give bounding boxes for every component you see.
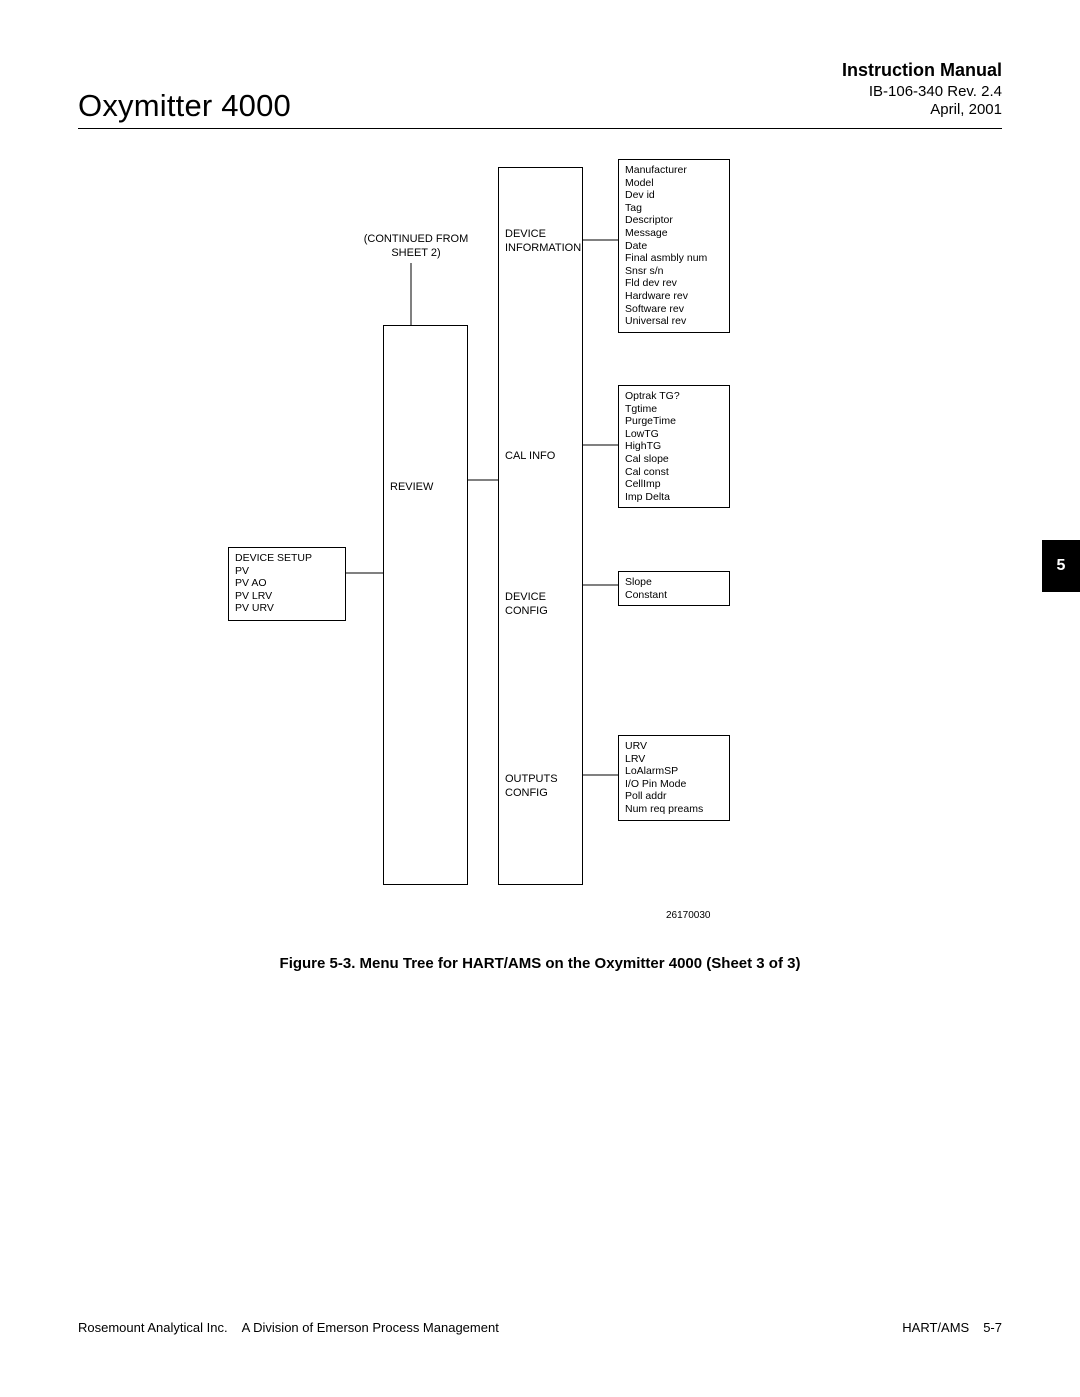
section-tab: 5	[1042, 540, 1080, 592]
dev-info-7: Final asmbly num	[625, 252, 723, 265]
dev-info-12: Universal rev	[625, 315, 723, 328]
footer-page: 5-7	[983, 1320, 1002, 1335]
out-cfg-0: URV	[625, 740, 723, 753]
outputs-config-items: URV LRV LoAlarmSP I/O Pin Mode Poll addr…	[618, 735, 730, 821]
out-cfg-1: LRV	[625, 753, 723, 766]
cal-info-1: Tgtime	[625, 403, 723, 416]
dev-info-2: Dev id	[625, 189, 723, 202]
level1-item-2: PV AO	[235, 577, 339, 590]
out-cfg-2: LoAlarmSP	[625, 765, 723, 778]
dev-cfg-1: Constant	[625, 589, 723, 602]
device-config-label: DEVICE CONFIG	[505, 591, 587, 619]
footer-company: Rosemount Analytical Inc.	[78, 1320, 228, 1335]
cal-info-3: LowTG	[625, 428, 723, 441]
cal-info-2: PurgeTime	[625, 415, 723, 428]
outputs-config-line1: OUTPUTS	[505, 773, 585, 787]
level1-item-1: PV	[235, 565, 339, 578]
level3-column: DEVICE INFORMATION CAL INFO DEVICE CONFI…	[498, 167, 583, 885]
header-right: Instruction Manual IB-106-340 Rev. 2.4 A…	[842, 60, 1002, 118]
manual-label: Instruction Manual	[842, 60, 1002, 81]
page: Oxymitter 4000 Instruction Manual IB-106…	[0, 0, 1080, 1397]
figure-id: 26170030	[666, 910, 711, 921]
level1-item-4: PV URV	[235, 602, 339, 615]
review-label: REVIEW	[390, 481, 461, 495]
dev-info-0: Manufacturer	[625, 164, 723, 177]
out-cfg-4: Poll addr	[625, 790, 723, 803]
cal-info-6: Cal const	[625, 466, 723, 479]
review-box: REVIEW	[383, 325, 468, 885]
level1-item-3: PV LRV	[235, 590, 339, 603]
continued-from-label: (CONTINUED FROM SHEET 2)	[356, 233, 476, 261]
cal-info-items: Optrak TG? Tgtime PurgeTime LowTG HighTG…	[618, 385, 730, 508]
product-title: Oxymitter 4000	[78, 88, 291, 124]
device-information-items: Manufacturer Model Dev id Tag Descriptor…	[618, 159, 730, 333]
footer-right: HART/AMS 5-7	[902, 1320, 1002, 1335]
device-info-line1: DEVICE	[505, 228, 585, 242]
device-info-line2: INFORMATION	[505, 242, 585, 256]
cal-info-0: Optrak TG?	[625, 390, 723, 403]
cal-info-4: HighTG	[625, 440, 723, 453]
dev-info-9: Fld dev rev	[625, 277, 723, 290]
cal-info-label: CAL INFO	[505, 450, 585, 464]
level1-box: DEVICE SETUP PV PV AO PV LRV PV URV	[228, 547, 346, 621]
header-rule	[78, 128, 1002, 129]
dev-cfg-0: Slope	[625, 576, 723, 589]
dev-info-1: Model	[625, 177, 723, 190]
dev-info-8: Snsr s/n	[625, 265, 723, 278]
level1-item-0: DEVICE SETUP	[235, 552, 339, 565]
dev-info-5: Message	[625, 227, 723, 240]
outputs-config-line2: CONFIG	[505, 787, 585, 801]
outputs-config-label: OUTPUTS CONFIG	[505, 773, 585, 801]
out-cfg-5: Num req preams	[625, 803, 723, 816]
device-config-items: Slope Constant	[618, 571, 730, 606]
out-cfg-3: I/O Pin Mode	[625, 778, 723, 791]
cal-info-7: CellImp	[625, 478, 723, 491]
menu-tree-diagram: (CONTINUED FROM SHEET 2) DEVICE SETUP PV…	[78, 155, 1002, 955]
page-footer: Rosemount Analytical Inc. A Division of E…	[78, 1320, 1002, 1335]
dev-info-10: Hardware rev	[625, 290, 723, 303]
document-number: IB-106-340 Rev. 2.4	[842, 83, 1002, 100]
continued-from-line2: SHEET 2)	[356, 247, 476, 261]
footer-division: A Division of Emerson Process Management	[242, 1320, 499, 1335]
dev-info-11: Software rev	[625, 303, 723, 316]
device-information-label: DEVICE INFORMATION	[505, 228, 585, 256]
footer-section: HART/AMS	[902, 1320, 969, 1335]
dev-info-3: Tag	[625, 202, 723, 215]
footer-left: Rosemount Analytical Inc. A Division of E…	[78, 1320, 499, 1335]
cal-info-5: Cal slope	[625, 453, 723, 466]
continued-from-line1: (CONTINUED FROM	[356, 233, 476, 247]
dev-info-6: Date	[625, 240, 723, 253]
cal-info-8: Imp Delta	[625, 491, 723, 504]
figure-caption: Figure 5-3. Menu Tree for HART/AMS on th…	[0, 955, 1080, 972]
document-date: April, 2001	[842, 101, 1002, 118]
dev-info-4: Descriptor	[625, 214, 723, 227]
